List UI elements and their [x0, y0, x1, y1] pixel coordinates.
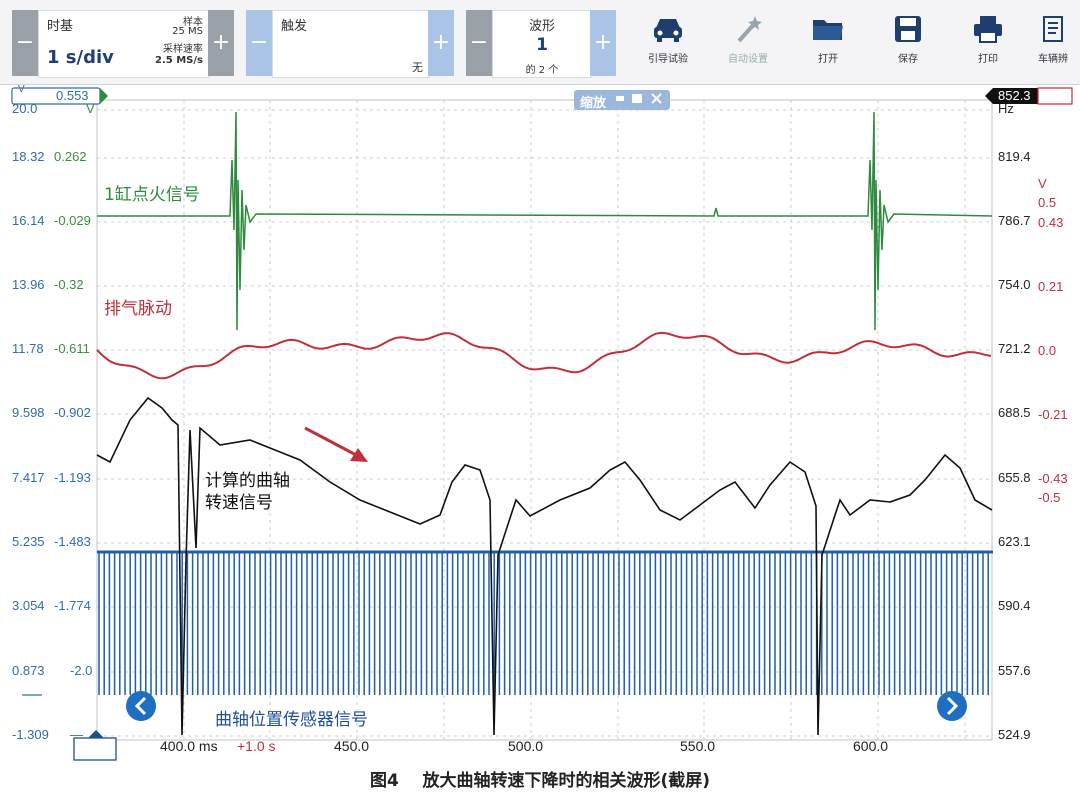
x-tick-label: 550.0: [680, 738, 716, 754]
ignition-label: 1缸点火信号: [104, 185, 200, 205]
left-inner-tick: 0.262: [54, 149, 87, 164]
right-hz-tick: 655.8: [998, 470, 1031, 485]
scope-plot[interactable]: [0, 0, 1080, 801]
left-marker-unit: V: [18, 84, 25, 95]
exhaust-pulse-trace: [96, 331, 992, 380]
exhaust-label: 排气脉动: [104, 299, 172, 319]
crank-label: 曲轴位置传感器信号: [215, 710, 368, 730]
x-tick-label: 450.0: [334, 738, 370, 754]
left-outer-tick: 13.96: [12, 277, 45, 292]
right-hz-tick: 623.1: [998, 534, 1031, 549]
right-hz-tick: 754.0: [998, 277, 1031, 292]
scroll-left-button: [126, 691, 156, 721]
figure-title: 放大曲轴转速下降时的相关波形(截屏): [422, 771, 711, 791]
right-v-tick: -0.43: [1038, 471, 1068, 486]
left-inner-tick: -1.193: [54, 470, 91, 485]
left-inner-tick: -0.611: [54, 341, 90, 356]
annotation-arrow: [304, 426, 368, 462]
left-inner-tick: -0.029: [54, 213, 91, 228]
left-outer-tick: 9.598: [12, 405, 45, 420]
left-inner-tick: V: [86, 101, 95, 116]
right-hz-tick: 786.7: [998, 213, 1031, 228]
left-outer-tick: 5.235: [12, 534, 45, 549]
left-inner-tick: -0.32: [54, 277, 84, 292]
zoom-label: 缩放: [580, 95, 607, 110]
left-outer-tick: 18.32: [12, 149, 45, 164]
rpm-label-line2: 转速信号: [205, 493, 273, 513]
right-hz-tick: 590.4: [998, 598, 1031, 613]
ignition-trace: [97, 111, 993, 331]
x-tick-label: 400.0 ms: [160, 738, 218, 754]
left-outer-tick: 7.417: [12, 470, 45, 485]
left-inner-tick: -0.902: [54, 405, 91, 420]
left-inner-tick: -2.0: [70, 663, 93, 678]
maximize-icon: [632, 94, 642, 103]
right-hz-tick: 524.9: [998, 727, 1031, 742]
left-inner-tick: -1.774: [54, 598, 91, 613]
crank-teeth: [98, 552, 989, 695]
right-hz-tick: 557.6: [998, 663, 1031, 678]
right-v-tick: 0.43: [1038, 215, 1064, 230]
figure-caption: 图4 放大曲轴转速下降时的相关波形(截屏): [0, 766, 1080, 791]
left-outer-tick: -1.309: [12, 727, 49, 742]
figure-number: 图4: [369, 771, 399, 791]
left-inner-tick: -1.483: [54, 534, 91, 549]
left-outer-tick: 0.873: [12, 663, 45, 678]
right-hz-tick: 688.5: [998, 405, 1031, 420]
left-outer-tick: 20.0: [12, 101, 38, 116]
left-outer-tick: 16.14: [12, 213, 45, 228]
x-tick-label: 500.0: [508, 738, 544, 754]
right-hz-tick: 721.2: [998, 341, 1031, 356]
x-tick-label: +1.0 s: [237, 738, 276, 754]
x-tick-label: 600.0: [853, 738, 889, 754]
right-v-tick: 0.0: [1038, 343, 1057, 358]
scroll-right-button: [937, 691, 967, 721]
right-hz-tick: 819.4: [998, 149, 1031, 164]
right-v-tick: -0.5: [1038, 490, 1061, 505]
left-outer-tick: 11.78: [12, 341, 44, 356]
right-v-tick: -0.21: [1038, 407, 1068, 422]
left-outer-tick: 3.054: [12, 598, 45, 613]
right-v-tick: 0.5: [1038, 195, 1057, 210]
left-inner-tick: —: [70, 727, 83, 742]
right-hz-tick: Hz: [998, 101, 1014, 116]
right-v-tick: V: [1038, 176, 1047, 191]
minimize-icon: [616, 96, 624, 101]
right-v-tick: 0.21: [1038, 279, 1064, 294]
crank-position-trace: [97, 550, 993, 695]
left-marker-value: 0.553: [56, 88, 89, 103]
